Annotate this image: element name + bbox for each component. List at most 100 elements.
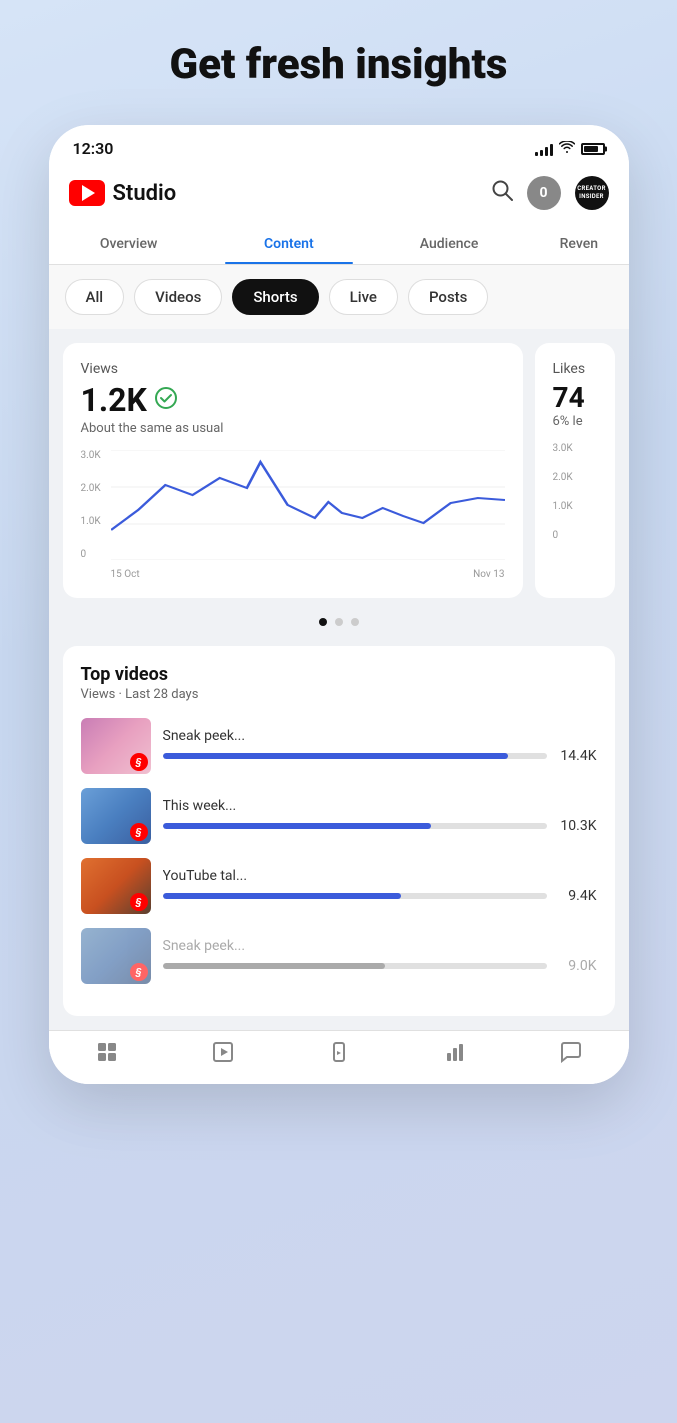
nav-analytics[interactable] <box>397 1041 513 1068</box>
dashboard-icon <box>96 1041 118 1068</box>
video-bar-bg-1 <box>163 753 547 759</box>
video-thumb-3: § <box>81 858 151 914</box>
shorts-badge-3: § <box>130 893 148 911</box>
check-icon <box>155 387 177 414</box>
video-info-4: Sneak peek... 9.0K <box>163 938 597 974</box>
video-thumb-2: § <box>81 788 151 844</box>
x-label-end: Nov 13 <box>473 569 504 580</box>
video-item-3[interactable]: § YouTube tal... 9.4K <box>81 858 597 914</box>
nav-shorts[interactable] <box>281 1041 397 1068</box>
video-name-2: This week... <box>163 798 597 814</box>
tab-overview[interactable]: Overview <box>49 224 209 264</box>
play-icon <box>82 185 95 201</box>
top-videos-subtitle: Views · Last 28 days <box>81 687 597 702</box>
video-bar-fill-2 <box>163 823 432 829</box>
video-count-4: 9.0K <box>557 958 597 974</box>
y-label-1k: 1.0K <box>81 516 101 527</box>
status-bar: 12:30 <box>49 125 629 166</box>
video-info-3: YouTube tal... 9.4K <box>163 868 597 904</box>
views-value-row: 1.2K <box>81 381 505 419</box>
video-item-2[interactable]: § This week... 10.3K <box>81 788 597 844</box>
logo-area: Studio <box>69 180 177 206</box>
shorts-badge-2: § <box>130 823 148 841</box>
views-label: Views <box>81 361 505 377</box>
likes-y-1k: 1.0K <box>553 501 597 512</box>
notification-button[interactable]: 0 <box>527 176 561 210</box>
video-bar-bg-3 <box>163 893 547 899</box>
x-label-start: 15 Oct <box>111 569 140 580</box>
chip-posts[interactable]: Posts <box>408 279 488 315</box>
analytics-icon <box>444 1041 466 1068</box>
video-name-1: Sneak peek... <box>163 728 597 744</box>
likes-y-3k: 3.0K <box>553 443 597 454</box>
likes-label: Likes <box>553 361 597 377</box>
dot-1 <box>319 618 327 626</box>
video-bar-bg-2 <box>163 823 547 829</box>
video-bar-row-4: 9.0K <box>163 958 597 974</box>
views-status: About the same as usual <box>81 421 505 436</box>
chip-all[interactable]: All <box>65 279 125 315</box>
video-name-4: Sneak peek... <box>163 938 597 954</box>
app-header: Studio 0 CREATORINSIDER <box>49 166 629 224</box>
creator-insider-button[interactable]: CREATORINSIDER <box>575 176 609 210</box>
signal-icon <box>535 142 553 156</box>
video-count-3: 9.4K <box>557 888 597 904</box>
shorts-badge-1: § <box>130 753 148 771</box>
status-time: 12:30 <box>73 139 114 158</box>
nav-dashboard[interactable] <box>49 1041 165 1068</box>
bottom-nav <box>49 1030 629 1084</box>
main-content: Views 1.2K About the same as usual 3.0K <box>49 329 629 1030</box>
video-count-1: 14.4K <box>557 748 597 764</box>
dot-indicators <box>63 612 615 632</box>
nav-comments[interactable] <box>513 1041 629 1068</box>
tab-revenue[interactable]: Reven <box>529 224 628 264</box>
studio-label: Studio <box>113 181 177 206</box>
nav-tabs: Overview Content Audience Reven <box>49 224 629 265</box>
dot-2 <box>335 618 343 626</box>
video-item-4[interactable]: § Sneak peek... 9.0K <box>81 928 597 984</box>
nav-content[interactable] <box>165 1041 281 1068</box>
wifi-icon <box>559 141 575 157</box>
video-bar-fill-1 <box>163 753 509 759</box>
video-thumb-1: § <box>81 718 151 774</box>
chip-shorts[interactable]: Shorts <box>232 279 318 315</box>
video-info-1: Sneak peek... 14.4K <box>163 728 597 764</box>
views-value: 1.2K <box>81 381 147 419</box>
tab-audience[interactable]: Audience <box>369 224 529 264</box>
video-bar-fill-3 <box>163 893 401 899</box>
likes-y-2k: 2.0K <box>553 472 597 483</box>
top-videos-card: Top videos Views · Last 28 days § Sneak … <box>63 646 615 1016</box>
video-name-3: YouTube tal... <box>163 868 597 884</box>
chip-videos[interactable]: Videos <box>134 279 222 315</box>
y-label-0: 0 <box>81 549 101 560</box>
video-bar-row-1: 14.4K <box>163 748 597 764</box>
video-bar-fill-4 <box>163 963 386 969</box>
video-count-2: 10.3K <box>557 818 597 834</box>
header-actions: 0 CREATORINSIDER <box>491 176 609 210</box>
chart-x-labels: 15 Oct Nov 13 <box>111 569 505 580</box>
comments-icon <box>560 1041 582 1068</box>
video-info-2: This week... 10.3K <box>163 798 597 834</box>
likes-status: 6% le <box>553 414 597 429</box>
status-icons <box>535 141 605 157</box>
search-button[interactable] <box>491 179 513 207</box>
youtube-logo <box>69 180 105 206</box>
phone-frame: 12:30 <box>49 125 629 1084</box>
dot-3 <box>351 618 359 626</box>
views-chart: 3.0K 2.0K 1.0K 0 <box>81 450 505 580</box>
likes-card: Likes 74 6% le 3.0K 2.0K 1.0K 0 <box>535 343 615 598</box>
chart-svg <box>111 450 505 560</box>
chart-y-labels: 3.0K 2.0K 1.0K 0 <box>81 450 101 560</box>
likes-y-0: 0 <box>553 530 597 541</box>
tab-content[interactable]: Content <box>209 224 369 264</box>
likes-value: 74 <box>553 381 597 414</box>
video-item-1[interactable]: § Sneak peek... 14.4K <box>81 718 597 774</box>
shorts-badge-4: § <box>130 963 148 981</box>
y-label-2k: 2.0K <box>81 483 101 494</box>
filter-chips: All Videos Shorts Live Posts <box>49 265 629 329</box>
video-thumb-4: § <box>81 928 151 984</box>
page-title: Get fresh insights <box>150 40 528 89</box>
chip-live[interactable]: Live <box>329 279 398 315</box>
shorts-nav-icon <box>328 1041 350 1068</box>
views-card: Views 1.2K About the same as usual 3.0K <box>63 343 523 598</box>
